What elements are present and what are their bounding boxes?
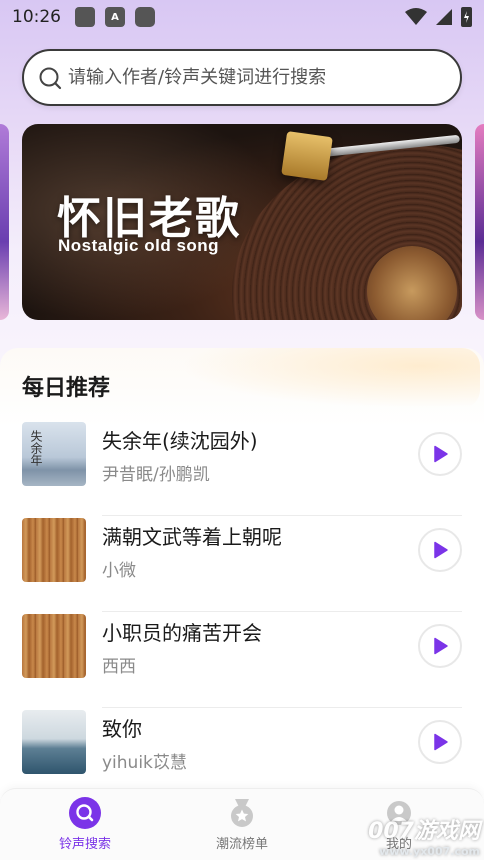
song-name: 致你	[102, 717, 142, 741]
song-cover: 失余年	[22, 422, 86, 486]
watermark-url: www.yx007.com	[379, 845, 480, 858]
play-icon	[434, 637, 448, 655]
play-button[interactable]	[418, 432, 462, 476]
cartridge-image	[281, 131, 333, 181]
battery-icon	[461, 7, 472, 27]
a-badge-icon: A	[105, 7, 125, 27]
list-item[interactable]: 失余年 失余年(续沈园外) 尹昔眠/孙鹏凯	[0, 420, 484, 516]
song-name: 满朝文武等着上朝呢	[102, 525, 282, 549]
play-icon	[434, 541, 448, 559]
list-item[interactable]: 小职员的痛苦开会 西西	[0, 612, 484, 708]
search-icon	[39, 67, 62, 89]
medal-icon	[231, 799, 253, 827]
song-artist: 小微	[102, 561, 136, 581]
signal-icon	[436, 9, 452, 25]
nav-tab-ringtone-search[interactable]: 铃声搜索	[35, 797, 135, 852]
play-button[interactable]	[418, 720, 462, 764]
nav-label: 潮流榜单	[215, 837, 268, 852]
song-name: 小职员的痛苦开会	[102, 621, 262, 645]
search-icon	[69, 797, 101, 829]
wifi-icon	[405, 8, 427, 25]
song-cover	[22, 710, 86, 774]
play-button[interactable]	[418, 624, 462, 668]
search-bar[interactable]	[22, 49, 462, 106]
watermark-main: 007游戏网	[368, 819, 480, 844]
nav-label: 铃声搜索	[58, 837, 111, 852]
list-item[interactable]: 满朝文武等着上朝呢 小微	[0, 516, 484, 612]
play-button[interactable]	[418, 528, 462, 572]
banner-prev-peek[interactable]	[0, 124, 9, 320]
song-name: 失余年(续沈园外)	[102, 429, 258, 453]
app-icon	[75, 7, 95, 27]
song-artist: yihuik苡慧	[102, 753, 187, 773]
status-time: 10:26	[12, 7, 61, 27]
song-list: 失余年 失余年(续沈园外) 尹昔眠/孙鹏凯 满朝文武等着上朝呢 小微 小职员的痛…	[0, 420, 484, 804]
watermark: 007游戏网 www.yx007.com	[368, 813, 480, 858]
status-bar: 10:26 A	[0, 0, 484, 34]
section-title: 每日推荐	[22, 376, 111, 401]
nav-tab-trending[interactable]: 潮流榜单	[192, 797, 292, 852]
bottom-nav: 铃声搜索 潮流榜单 我的 007游戏网 www.yx007.com	[0, 788, 484, 860]
search-input[interactable]	[68, 67, 438, 88]
song-artist: 西西	[102, 657, 136, 677]
app-icon-2	[135, 7, 155, 27]
song-cover	[22, 614, 86, 678]
song-artist: 尹昔眠/孙鹏凯	[102, 465, 210, 485]
banner-next-peek[interactable]	[475, 124, 484, 320]
cover-title: 失余年	[29, 430, 43, 466]
play-icon	[434, 733, 448, 751]
play-icon	[434, 445, 448, 463]
status-right	[405, 7, 472, 27]
banner-subtitle: Nostalgic old song	[58, 236, 220, 255]
song-cover	[22, 518, 86, 582]
banner-carousel[interactable]: 怀旧老歌 Nostalgic old song	[22, 124, 462, 320]
